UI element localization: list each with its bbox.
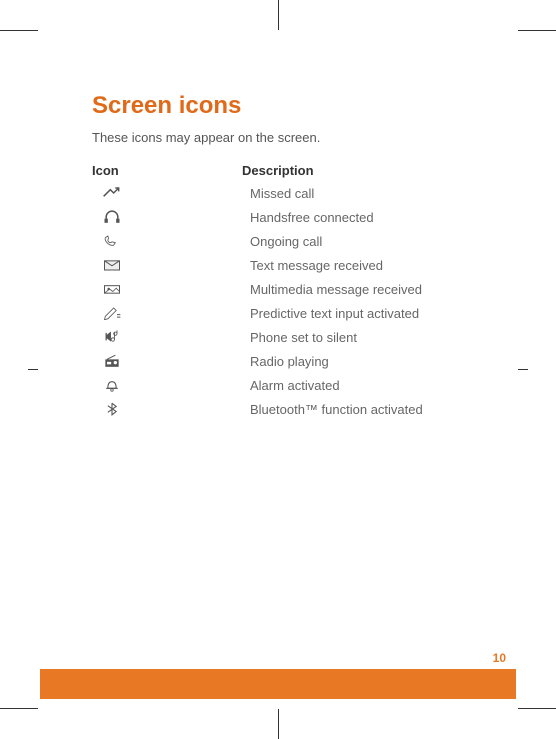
page-content: Screen icons These icons may appear on t…: [40, 32, 516, 707]
table-row: Ongoing call: [92, 232, 464, 256]
header-icon: Icon: [92, 163, 242, 178]
page-number: 10: [493, 651, 506, 665]
silent-icon: [92, 330, 242, 344]
missed-call-icon: [92, 186, 242, 200]
table-row: Phone set to silent: [92, 328, 464, 352]
row-description: Radio playing: [242, 354, 442, 371]
envelope-icon: [92, 258, 242, 272]
row-description: Bluetooth™ function activated: [242, 402, 442, 419]
table-row: Radio playing: [92, 352, 464, 376]
row-description: Missed call: [242, 186, 442, 203]
pencil-icon: [92, 306, 242, 320]
page-title: Screen icons: [92, 92, 464, 120]
row-description: Ongoing call: [242, 234, 442, 251]
alarm-icon: [92, 378, 242, 392]
radio-icon: [92, 354, 242, 368]
table-row: Text message received: [92, 256, 464, 280]
headset-icon: [92, 210, 242, 224]
table-row: Alarm activated: [92, 376, 464, 400]
table-row: Bluetooth™ function activated: [92, 400, 464, 424]
row-description: Predictive text input activated: [242, 306, 442, 323]
row-description: Text message received: [242, 258, 442, 275]
mms-icon: [92, 282, 242, 296]
row-description: Alarm activated: [242, 378, 442, 395]
table-row: Handsfree connected: [92, 208, 464, 232]
bluetooth-icon: [92, 402, 242, 416]
footer-bar: [40, 669, 516, 699]
table-header: Icon Description: [92, 163, 464, 178]
phone-icon: [92, 234, 242, 248]
header-description: Description: [242, 163, 464, 178]
row-description: Handsfree connected: [242, 210, 442, 227]
table-row: Predictive text input activated: [92, 304, 464, 328]
row-description: Phone set to silent: [242, 330, 442, 347]
intro-text: These icons may appear on the screen.: [92, 130, 464, 145]
table-row: Missed call: [92, 184, 464, 208]
table-row: Multimedia message received: [92, 280, 464, 304]
row-description: Multimedia message received: [242, 282, 442, 299]
